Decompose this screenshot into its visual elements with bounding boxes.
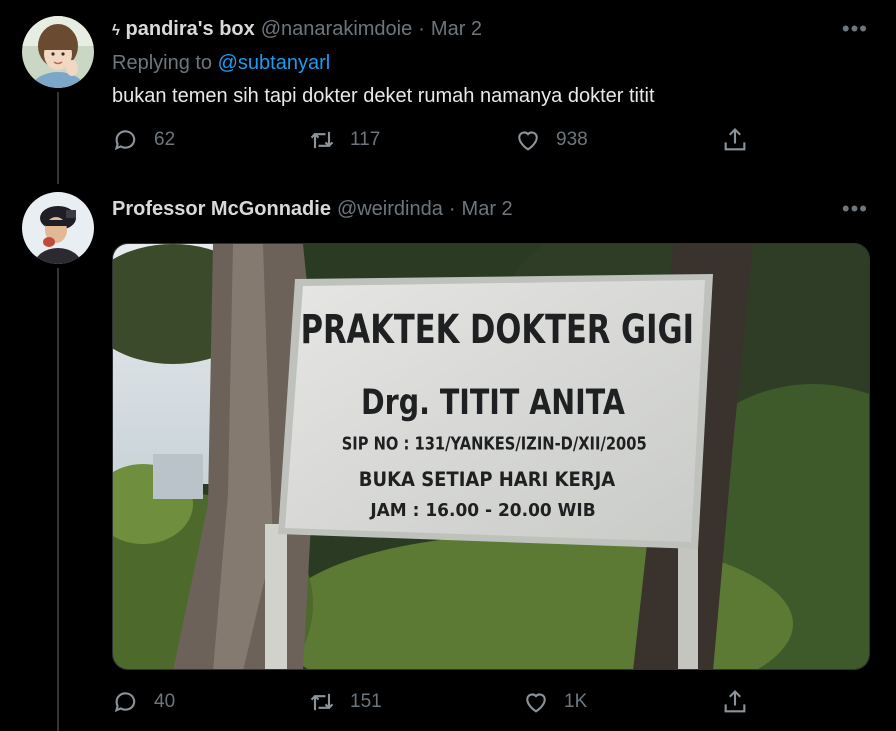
separator-dot: · xyxy=(448,198,456,220)
tweet-text: bukan temen sih tapi dokter deket rumah … xyxy=(112,85,655,107)
reply-count: 40 xyxy=(154,691,176,712)
user-handle[interactable]: @nanarakimdoie xyxy=(261,18,413,41)
tweet-1[interactable]: ϟ pandira's box @nanarakimdoie · Mar 2 •… xyxy=(0,0,896,180)
tweet-date[interactable]: Mar 2 xyxy=(431,18,482,41)
retweet-button[interactable]: 117 xyxy=(308,126,380,154)
tweet-actions: 40 151 1K xyxy=(112,688,762,720)
tweet-photo[interactable]: PRAKTEK DOKTER GIGI Drg. TITIT ANITA SIP… xyxy=(112,243,870,670)
reply-button[interactable]: 62 xyxy=(112,126,175,154)
like-button[interactable]: 1K xyxy=(522,688,587,716)
heart-icon xyxy=(518,131,538,151)
share-button[interactable] xyxy=(721,688,749,716)
reply-icon xyxy=(114,130,136,151)
user-avatar[interactable] xyxy=(22,192,94,264)
more-icon[interactable]: ••• xyxy=(842,16,868,42)
retweet-button[interactable]: 151 xyxy=(308,688,382,716)
reply-count: 62 xyxy=(154,129,176,150)
share-button[interactable] xyxy=(721,126,749,154)
sign-line-1: PRAKTEK DOKTER GIGI xyxy=(301,307,694,353)
replying-to: Replying to @subtanyarl xyxy=(112,52,330,75)
mention-link[interactable]: @subtanyarl xyxy=(218,52,331,74)
sign-line-4: BUKA SETIAP HARI KERJA xyxy=(359,468,616,491)
replying-to-label: Replying to xyxy=(112,52,213,74)
user-handle[interactable]: @weirdinda xyxy=(337,198,443,221)
more-icon[interactable]: ••• xyxy=(842,196,868,222)
display-name-text: pandira's box xyxy=(125,18,255,40)
share-icon xyxy=(724,128,746,151)
like-count: 938 xyxy=(556,129,588,150)
display-name[interactable]: ϟ pandira's box xyxy=(112,18,255,41)
retweet-count: 151 xyxy=(350,691,382,712)
reply-button[interactable]: 40 xyxy=(112,688,175,716)
retweet-count: 117 xyxy=(350,129,381,150)
like-count: 1K xyxy=(564,691,588,712)
tweet-header: Professor McGonnadie @weirdinda · Mar 2 xyxy=(112,198,513,221)
sign-line-5: JAM : 16.00 - 20.00 WIB xyxy=(369,501,595,521)
tweet-actions: 62 117 938 xyxy=(112,126,762,158)
tweet-header: ϟ pandira's box @nanarakimdoie · Mar 2 xyxy=(112,18,482,41)
heart-icon xyxy=(526,693,546,713)
like-button[interactable]: 938 xyxy=(514,126,588,154)
retweet-icon xyxy=(310,131,334,149)
tweet-date[interactable]: Mar 2 xyxy=(462,198,513,221)
separator-dot: · xyxy=(418,18,425,40)
user-avatar[interactable] xyxy=(22,16,94,88)
sign-line-3: SIP NO : 131/YANKES/IZIN-D/XII/2005 xyxy=(342,433,647,454)
sign-line-2: Drg. TITIT ANITA xyxy=(361,384,625,423)
share-icon xyxy=(724,690,746,713)
retweet-icon xyxy=(310,693,334,711)
reply-icon xyxy=(114,692,136,713)
display-name[interactable]: Professor McGonnadie xyxy=(112,198,331,221)
name-prefix-glyph: ϟ xyxy=(112,22,120,39)
